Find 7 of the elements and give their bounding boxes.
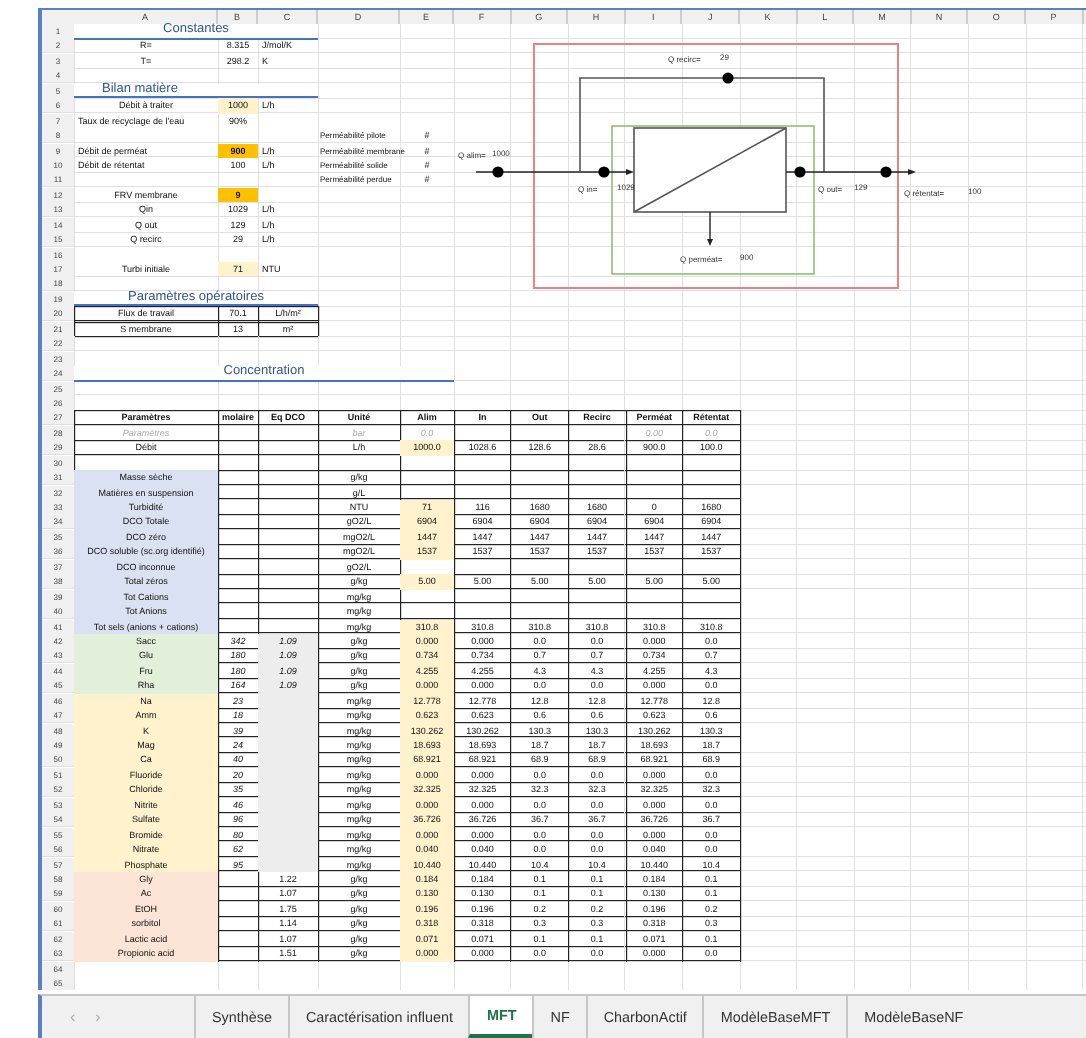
junction-dot xyxy=(598,166,610,178)
junction-dot xyxy=(880,166,892,178)
junction-dot xyxy=(492,166,504,178)
outlet-arrow xyxy=(785,169,916,175)
junction-dot xyxy=(722,72,734,84)
permeate-arrow xyxy=(707,211,713,246)
junction-dot xyxy=(794,166,806,178)
